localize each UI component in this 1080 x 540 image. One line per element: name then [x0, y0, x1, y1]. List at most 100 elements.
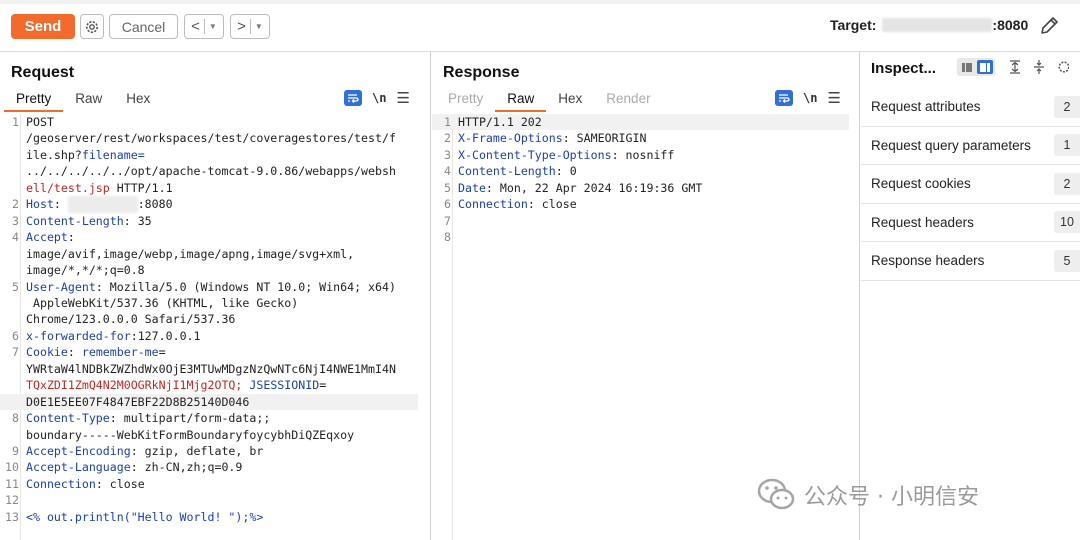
tab-pretty[interactable]: Pretty	[4, 90, 64, 112]
inspector-layout-segment	[957, 58, 995, 76]
tab-hex[interactable]: Hex	[114, 90, 162, 112]
watermark-text: 公众号 · 小明信安	[804, 485, 979, 510]
tab-hex[interactable]: Hex	[546, 90, 594, 112]
settings-button[interactable]	[80, 14, 104, 39]
request-panel: Request Pretty Raw Hex \n ☰ 1 POST /geose…	[0, 52, 431, 540]
code-line: 11 Connection: close	[5, 476, 145, 491]
code-line: ell/test.jsp HTTP/1.1	[26, 180, 173, 195]
code-line: 5 User-Agent: Mozilla/5.0 (Windows NT 10.…	[12, 279, 396, 294]
inspector-list: Request attributes 2 Request query param…	[861, 88, 1080, 281]
target-display[interactable]: Target: :8080	[830, 17, 1028, 33]
code-line: image/avif,image/webp,image/apng,image/s…	[26, 246, 355, 261]
window-top-strip	[0, 0, 1080, 4]
inspector-title: Inspect...	[871, 60, 937, 77]
inspector-item-label: Request query parameters	[871, 137, 1031, 153]
request-editor[interactable]: 1 POST /geoserver/rest/workspaces/test/co…	[0, 114, 430, 540]
inspector-item-label: Request headers	[871, 214, 974, 230]
inspector-item-label: Request cookies	[871, 176, 971, 192]
code-line-highlighted: 1 HTTP/1.1 202	[432, 114, 849, 131]
send-button[interactable]: Send	[11, 14, 75, 39]
wechat-logo-icon	[757, 478, 795, 510]
code-line: 13 <% out.println("Hello World! ");%>	[5, 509, 264, 524]
count-badge: 5	[1054, 249, 1080, 272]
code-line: ../../../../../opt/apache-tomcat-9.0.86/…	[26, 164, 396, 179]
code-line: TQxZDI1ZmQ4N2M0OGRkNjI1Mjg2OTQ; JSESSION…	[26, 378, 327, 393]
wrap-icon[interactable]	[775, 90, 793, 106]
menu-icon[interactable]: ☰	[827, 89, 840, 107]
divider	[249, 19, 251, 34]
tab-render[interactable]: Render	[594, 90, 662, 112]
request-title: Request	[11, 64, 75, 81]
inspector-tools	[957, 58, 1069, 76]
toolbar: Send Cancel < ▼ > ▼ Target: :8080	[0, 0, 1080, 52]
code-line: 2 X-Frame-Options: SAMEORIGIN	[444, 131, 647, 146]
code-line: 9 Accept-Encoding: gzip, deflate, br	[12, 444, 264, 458]
code-line: 6 x-forwarded-for:127.0.0.1	[12, 328, 201, 343]
code-line: 4 Accept:	[12, 230, 75, 245]
code-line: 3 Content-Length: 35	[12, 213, 152, 228]
response-tabs: Pretty Raw Hex Render	[436, 90, 663, 112]
inspector-item-request-query-parameters[interactable]: Request query parameters 1	[861, 127, 1080, 165]
count-badge: 1	[1054, 134, 1080, 157]
code-line-highlighted: D0E1E5EE07F4847EBF22D8B25140D046	[0, 393, 418, 411]
watermark: 公众号 · 小明信安	[756, 477, 979, 513]
inspector-item-request-cookies[interactable]: Request cookies 2	[861, 165, 1080, 204]
cancel-button[interactable]: Cancel	[109, 14, 178, 39]
inspector-panel: Inspect... Request attributes 2 Request …	[861, 52, 1080, 540]
back-button[interactable]: < ▼	[184, 14, 224, 39]
target-port: :8080	[992, 17, 1029, 33]
gear-icon[interactable]	[1055, 59, 1069, 75]
forward-arrow-icon: >	[237, 18, 246, 35]
code-line: ile.shp?filename=	[26, 147, 145, 162]
newline-toggle[interactable]: \n	[803, 91, 817, 105]
inspector-item-request-headers[interactable]: Request headers 10	[861, 204, 1080, 242]
inspector-item-label: Response headers	[871, 253, 985, 269]
expand-icon[interactable]	[1031, 59, 1047, 75]
newline-toggle[interactable]: \n	[372, 91, 386, 105]
response-panel: Response Pretty Raw Hex Render \n ☰ 1 HTT…	[432, 52, 860, 540]
code-line: 12	[5, 493, 19, 508]
code-line: 2Host: 10.0.1.110:8080	[12, 196, 173, 213]
tab-pretty[interactable]: Pretty	[436, 90, 495, 112]
code-line: 3 X-Content-Type-Options: nosniff	[444, 147, 675, 162]
target-host-redacted	[882, 18, 993, 32]
host-redacted: 10.0.1.110	[67, 196, 138, 213]
tab-raw[interactable]: Raw	[495, 90, 547, 112]
forward-button[interactable]: > ▼	[230, 14, 270, 39]
target-label: Target:	[830, 17, 877, 33]
list-layout-icon[interactable]	[959, 60, 975, 74]
inspector-item-label: Request attributes	[871, 99, 981, 115]
code-line: boundary-----WebKitFormBoundaryfoycybhDi…	[26, 427, 355, 442]
collapse-icon[interactable]	[1007, 59, 1023, 75]
panel-layout-icon[interactable]	[977, 60, 993, 74]
code-line: 6 Connection: close	[444, 197, 577, 212]
chevron-down-icon[interactable]: ▼	[255, 22, 263, 31]
count-badge: 2	[1054, 95, 1080, 118]
divider	[203, 19, 205, 34]
code-line: 8 Content-Type: multipart/form-data;;	[12, 411, 271, 426]
menu-icon[interactable]: ☰	[396, 89, 409, 107]
wrap-icon[interactable]	[344, 90, 362, 106]
code-line: YWRtaW4lNDBkZWZhdWx0OjE3MTUwMDgzNzQwNTc6…	[26, 361, 396, 376]
inspector-item-response-headers[interactable]: Response headers 5	[861, 242, 1080, 281]
count-badge: 2	[1054, 172, 1080, 195]
chevron-down-icon[interactable]: ▼	[209, 22, 217, 31]
request-editor-tools: \n ☰	[344, 89, 410, 107]
code-line: 10 Accept-Language: zh-CN,zh;q=0.9	[5, 460, 243, 475]
inspector-item-request-attributes[interactable]: Request attributes 2	[861, 88, 1080, 127]
code-line: 1 POST	[12, 115, 54, 129]
code-line: 8	[444, 230, 451, 245]
code-line: 4 Content-Length: 0	[444, 164, 577, 179]
request-tabs: Pretty Raw Hex	[4, 90, 162, 112]
back-arrow-icon: <	[191, 18, 200, 35]
code-line: image/*,*/*;q=0.8	[26, 263, 145, 278]
code-line: Chrome/123.0.0.0 Safari/537.36	[26, 312, 236, 327]
code-line: /geoserver/rest/workspaces/test/coverage…	[26, 131, 396, 146]
code-line: 7 Cookie: remember-me=	[12, 345, 166, 360]
code-line: AppleWebKit/537.36 (KHTML, like Gecko)	[26, 295, 299, 310]
pencil-icon[interactable]	[1038, 15, 1060, 37]
count-badge: 10	[1054, 211, 1080, 234]
response-title: Response	[443, 64, 520, 81]
gear-icon	[86, 20, 98, 33]
tab-raw[interactable]: Raw	[63, 90, 114, 112]
